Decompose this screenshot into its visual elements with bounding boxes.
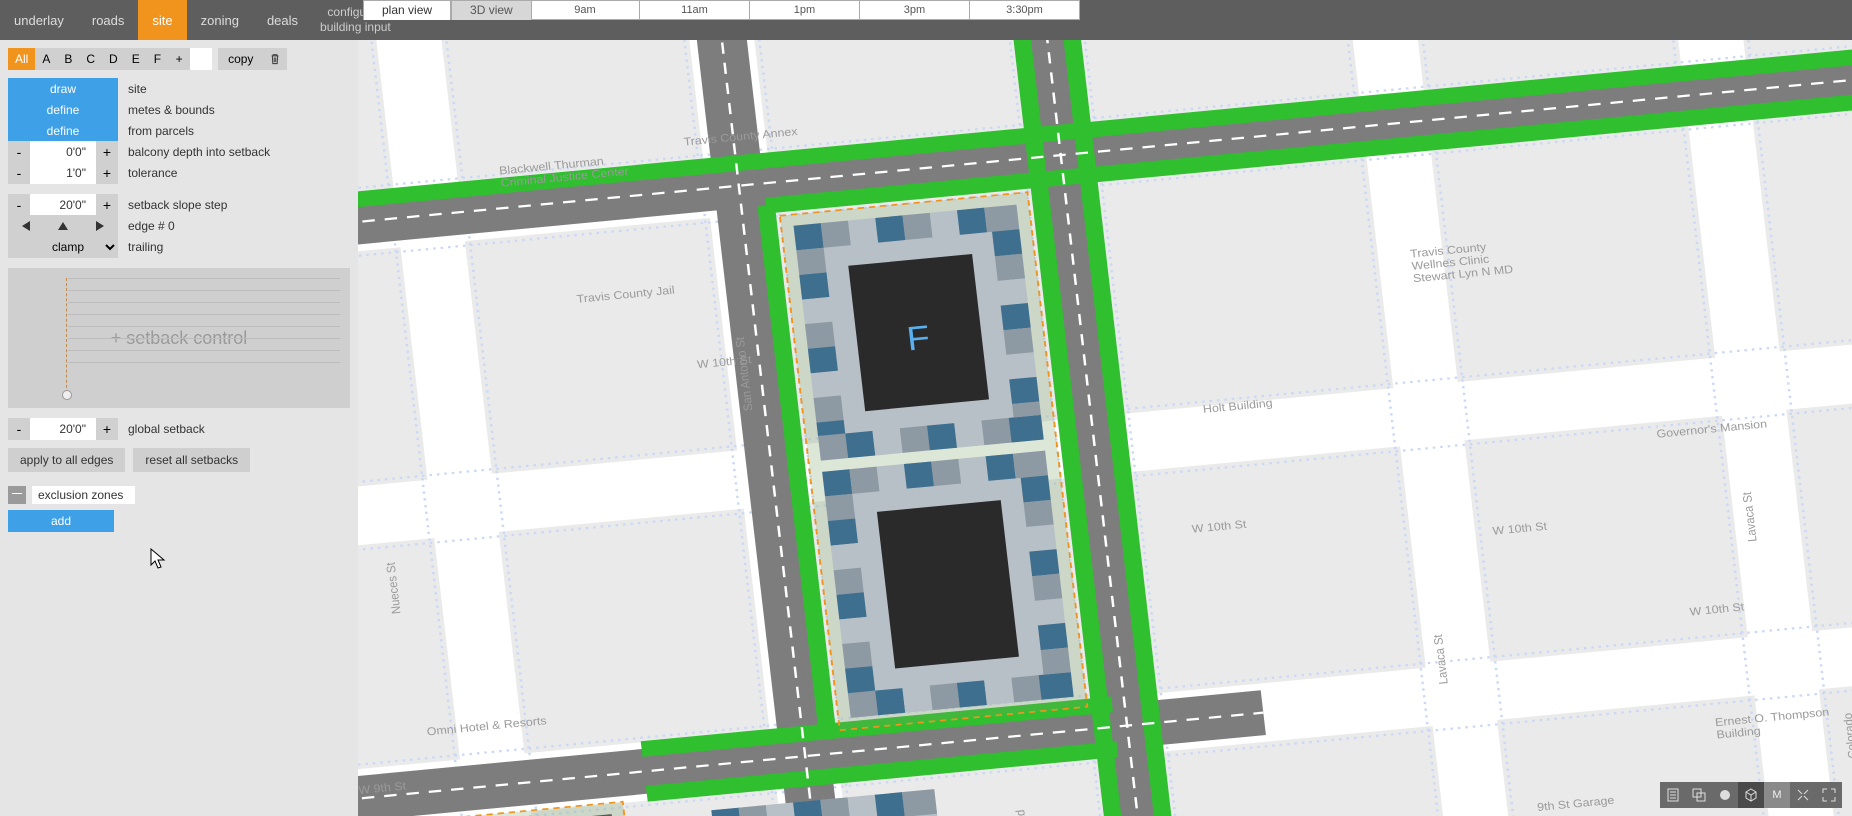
tab-zoning[interactable]: zoning bbox=[187, 0, 253, 40]
tolerance-value[interactable]: 1'0" bbox=[30, 162, 96, 184]
balcony-depth-label: balcony depth into setback bbox=[118, 141, 350, 163]
define-metes-button[interactable]: define bbox=[8, 99, 118, 121]
map-canvas[interactable]: F bbox=[358, 40, 1852, 816]
global-setback-stepper[interactable]: - 20'0" + bbox=[8, 418, 118, 440]
tab-deals[interactable]: deals bbox=[253, 0, 312, 40]
edge-up-button[interactable] bbox=[58, 222, 68, 230]
filter-A[interactable]: A bbox=[35, 48, 57, 70]
define-parcels-label: from parcels bbox=[118, 120, 350, 142]
apply-all-edges-button[interactable]: apply to all edges bbox=[8, 448, 125, 472]
tab-roads[interactable]: roads bbox=[78, 0, 139, 40]
global-setback-value[interactable]: 20'0" bbox=[30, 418, 96, 440]
tolerance-stepper[interactable]: - 1'0" + bbox=[8, 162, 118, 184]
balcony-depth-value[interactable]: 0'0" bbox=[30, 141, 96, 163]
edge-spinner[interactable] bbox=[8, 215, 118, 237]
clamp-select[interactable]: clamp bbox=[8, 236, 118, 258]
timeline[interactable]: 9am 11am 1pm 3pm 3:30pm bbox=[530, 0, 1852, 20]
balcony-depth-stepper[interactable]: - 0'0" + bbox=[8, 141, 118, 163]
building-label-F: F bbox=[905, 318, 932, 358]
tool-expand-icon[interactable] bbox=[1816, 782, 1842, 808]
minus-button[interactable]: - bbox=[8, 141, 30, 163]
delete-button[interactable] bbox=[263, 48, 287, 70]
tolerance-label: tolerance bbox=[118, 162, 350, 184]
tool-cube-icon[interactable] bbox=[1738, 782, 1764, 808]
time-slot[interactable]: 3pm bbox=[860, 0, 970, 20]
time-slot[interactable]: 3:30pm bbox=[970, 0, 1080, 20]
tool-circle-icon[interactable] bbox=[1712, 782, 1738, 808]
draw-site-label: site bbox=[118, 78, 350, 100]
minus-button[interactable]: - bbox=[8, 418, 30, 440]
tool-measure-icon[interactable]: M bbox=[1764, 782, 1790, 808]
copy-button[interactable]: copy bbox=[218, 48, 263, 70]
filter-B[interactable]: B bbox=[57, 48, 79, 70]
setback-handle[interactable] bbox=[62, 390, 72, 400]
plus-button[interactable]: + bbox=[96, 141, 118, 163]
site-filter-row: All A B C D E F + copy bbox=[8, 48, 350, 70]
global-setback-label: global setback bbox=[118, 418, 350, 440]
slope-step-stepper[interactable]: - 20'0" + bbox=[8, 194, 118, 216]
view-tabs: plan view 3D view bbox=[363, 0, 532, 20]
minus-button[interactable]: - bbox=[8, 162, 30, 184]
link-building-input[interactable]: building input bbox=[320, 20, 391, 35]
tab-site[interactable]: site bbox=[138, 0, 186, 40]
filter-C[interactable]: C bbox=[79, 48, 102, 70]
add-exclusion-button[interactable]: add bbox=[8, 510, 114, 532]
tab-underlay[interactable]: underlay bbox=[0, 0, 78, 40]
filter-D[interactable]: D bbox=[102, 48, 125, 70]
reset-setbacks-button[interactable]: reset all setbacks bbox=[133, 448, 250, 472]
map-toolbar: M bbox=[1660, 782, 1842, 808]
filter-add[interactable]: + bbox=[168, 48, 190, 70]
time-slot[interactable]: 11am bbox=[640, 0, 750, 20]
plus-button[interactable]: + bbox=[96, 418, 118, 440]
setback-control-canvas[interactable]: + setback control bbox=[8, 268, 350, 408]
slope-step-label: setback slope step bbox=[118, 194, 350, 216]
tool-layers-icon[interactable] bbox=[1686, 782, 1712, 808]
plus-button[interactable]: + bbox=[96, 194, 118, 216]
slope-step-value[interactable]: 20'0" bbox=[30, 194, 96, 216]
define-metes-label: metes & bounds bbox=[118, 99, 350, 121]
filter-blank bbox=[190, 48, 212, 70]
exclusion-zones-header: exclusion zones bbox=[32, 486, 135, 504]
sidebar: All A B C D E F + copy drawsite defineme… bbox=[0, 40, 358, 816]
clamp-label: trailing bbox=[118, 236, 350, 258]
draw-site-button[interactable]: draw bbox=[8, 78, 118, 100]
tool-crop-icon[interactable] bbox=[1790, 782, 1816, 808]
time-slot[interactable]: 9am bbox=[530, 0, 640, 20]
time-slot[interactable]: 1pm bbox=[750, 0, 860, 20]
filter-E[interactable]: E bbox=[125, 48, 147, 70]
define-parcels-button[interactable]: define bbox=[8, 120, 118, 142]
viewtab-3d[interactable]: 3D view bbox=[451, 0, 532, 20]
filter-all[interactable]: All bbox=[8, 48, 35, 70]
filter-F[interactable]: F bbox=[147, 48, 168, 70]
prev-edge-button[interactable] bbox=[22, 221, 30, 231]
trash-icon bbox=[270, 52, 280, 66]
viewtab-plan[interactable]: plan view bbox=[363, 0, 451, 20]
collapse-toggle[interactable]: － bbox=[8, 486, 26, 504]
tool-document-icon[interactable] bbox=[1660, 782, 1686, 808]
edge-label: edge # 0 bbox=[118, 215, 350, 237]
next-edge-button[interactable] bbox=[96, 221, 104, 231]
minus-button[interactable]: - bbox=[8, 194, 30, 216]
plus-button[interactable]: + bbox=[96, 162, 118, 184]
